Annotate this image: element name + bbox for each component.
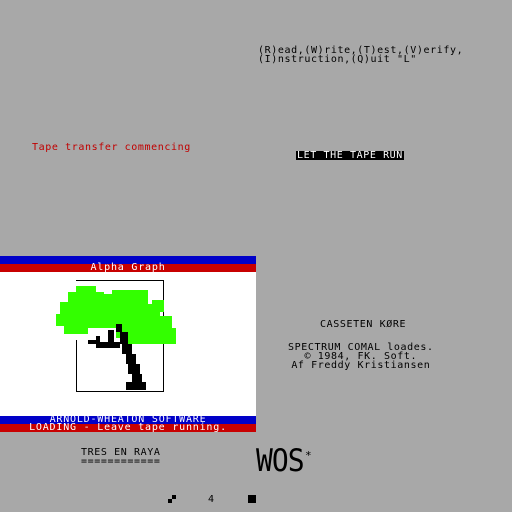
frame-left-line (76, 340, 77, 392)
tape-run-banner: LET THE TAPE RUN (296, 150, 404, 161)
menu-line-2: (I)nstruction,(Q)uit "L" (258, 54, 417, 65)
tres-en-raya-title: TRES EN RAYA ============ (81, 448, 161, 467)
game-title: Alpha Graph (90, 262, 166, 273)
block-icon (248, 495, 256, 503)
wos-logo: WOS (256, 442, 305, 479)
casseten-label: CASSETEN KØRE (320, 319, 407, 330)
tape-transfer-status: Tape transfer commencing (32, 142, 191, 153)
menu-options: (R)ead,(W)rite,(T)est,(V)erify, (I)nstru… (258, 46, 463, 65)
comal-info: SPECTRUM COMAL loades. © 1984, FK. Soft.… (288, 343, 434, 371)
frame-top-line (76, 280, 164, 281)
comal-line-3: Af Freddy Kristiansen (291, 360, 431, 371)
frame-bottom-line (76, 391, 164, 392)
tree-illustration (56, 280, 176, 392)
loading-screen: Alpha Graph ARNOLD-WHEATON SOFTWARE LOAD… (0, 256, 256, 433)
wos-star-mark: * (305, 449, 312, 462)
page-number: 4 (208, 494, 215, 505)
stair-icon (168, 495, 176, 503)
tres-underline: ============ (81, 456, 161, 467)
loading-message: LOADING - Leave tape running. (29, 422, 227, 433)
tree-foliage (56, 286, 176, 344)
